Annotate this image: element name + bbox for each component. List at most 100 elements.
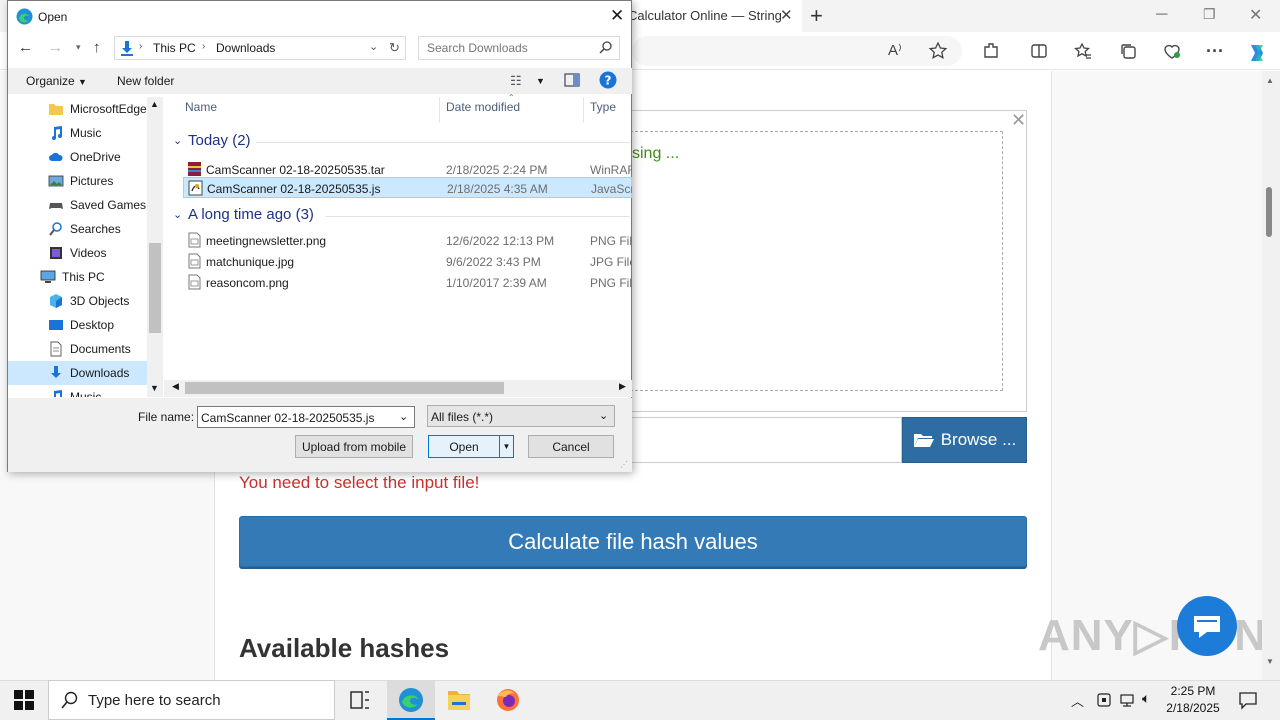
nav-scroll-up-icon[interactable]: ▲ bbox=[150, 99, 159, 109]
browser-tab[interactable]: Calculator Online — String ✕ bbox=[622, 0, 802, 32]
nav-item-videos[interactable]: Videos bbox=[8, 241, 147, 265]
breadcrumb-downloads[interactable]: Downloads bbox=[216, 41, 275, 55]
nav-item-downloads[interactable]: Downloads bbox=[8, 361, 147, 385]
view-chevron-icon[interactable]: ▼ bbox=[536, 76, 545, 86]
organize-menu[interactable]: Organize ▼ bbox=[26, 74, 87, 88]
favorite-star-icon[interactable] bbox=[928, 41, 950, 63]
navigation-pane-scroll-thumb[interactable] bbox=[149, 243, 161, 333]
hscroll-right-icon[interactable]: ▶ bbox=[619, 381, 626, 392]
window-close-icon[interactable]: ✕ bbox=[1249, 5, 1262, 25]
notifications-icon[interactable] bbox=[1238, 690, 1258, 710]
drop-zone-close-icon[interactable]: ✕ bbox=[1011, 110, 1026, 131]
preview-pane-icon[interactable] bbox=[564, 73, 580, 87]
music-icon bbox=[48, 389, 64, 397]
up-arrow-icon[interactable]: ↑ bbox=[93, 39, 101, 56]
chat-button[interactable] bbox=[1177, 596, 1237, 656]
cancel-button[interactable]: Cancel bbox=[528, 435, 614, 458]
nav-item-microsoftedge[interactable]: MicrosoftEdge bbox=[8, 97, 147, 121]
3d-objects-icon bbox=[48, 293, 64, 309]
column-divider[interactable] bbox=[583, 97, 584, 123]
show-hidden-icons-chevron-icon[interactable]: ︿ bbox=[1071, 691, 1084, 710]
minimize-icon[interactable]: ─ bbox=[1156, 6, 1167, 24]
calculate-hash-button[interactable]: Calculate file hash values bbox=[239, 516, 1027, 567]
nav-item-documents[interactable]: Documents bbox=[8, 337, 147, 361]
folder-icon bbox=[48, 101, 64, 117]
file-name-combobox[interactable]: CamScanner 02-18-20250535.js ⌄ bbox=[197, 406, 415, 428]
task-view-icon[interactable] bbox=[336, 680, 384, 720]
taskbar-file-explorer-icon[interactable] bbox=[435, 680, 483, 720]
file-pane-hscroll-thumb[interactable] bbox=[185, 382, 504, 394]
browser-essentials-icon[interactable] bbox=[1162, 41, 1184, 63]
taskbar-firefox-icon[interactable] bbox=[484, 680, 532, 720]
onedrive-icon bbox=[48, 149, 64, 165]
documents-icon bbox=[48, 341, 64, 357]
tab-close-icon[interactable]: ✕ bbox=[780, 6, 793, 24]
nav-item-label: Searches bbox=[70, 222, 121, 236]
page-scroll-thumb[interactable] bbox=[1266, 187, 1272, 237]
help-icon[interactable]: ? bbox=[599, 71, 617, 89]
hscroll-left-icon[interactable]: ◀ bbox=[172, 381, 179, 392]
nav-item-music[interactable]: Music bbox=[8, 385, 147, 397]
available-hashes-heading: Available hashes bbox=[239, 633, 450, 663]
file-name-chevron-icon[interactable]: ⌄ bbox=[399, 410, 408, 423]
nav-item-searches[interactable]: Searches bbox=[8, 217, 147, 241]
processing-text: sing ... bbox=[632, 145, 680, 162]
volume-icon[interactable]: 🔈︎ bbox=[1142, 690, 1150, 707]
breadcrumb-separator-icon: › bbox=[202, 41, 206, 52]
nav-item-label: 3D Objects bbox=[70, 294, 130, 308]
new-folder-button[interactable]: New folder bbox=[117, 74, 174, 88]
nav-item-desktop[interactable]: Desktop bbox=[8, 313, 147, 337]
nav-scroll-down-icon[interactable]: ▼ bbox=[150, 383, 159, 393]
open-button[interactable]: Open bbox=[428, 435, 500, 458]
address-path-box[interactable]: › This PC › Downloads ⌄ ↻ bbox=[114, 36, 406, 60]
resize-grip-icon[interactable]: ⋰ bbox=[620, 460, 628, 469]
windows-start-icon[interactable] bbox=[14, 690, 34, 710]
navigation-list: MicrosoftEdge Music OneDrive Pictures Saved … bbox=[8, 97, 147, 397]
path-dropdown-chevron-icon[interactable]: ⌄ bbox=[369, 40, 378, 53]
taskbar-edge-icon[interactable] bbox=[387, 680, 435, 720]
file-name-value[interactable]: CamScanner 02-18-20250535.js bbox=[201, 411, 374, 425]
view-options-icon[interactable]: ☷ bbox=[510, 73, 522, 89]
address-bar[interactable] bbox=[632, 36, 962, 66]
page-scrollbar[interactable] bbox=[1262, 71, 1280, 680]
open-split-chevron-icon[interactable]: ▼ bbox=[499, 435, 514, 458]
nav-item-onedrive[interactable]: OneDrive bbox=[8, 145, 147, 169]
read-aloud-icon[interactable]: A⁾ bbox=[888, 41, 910, 63]
refresh-icon[interactable]: ↻ bbox=[389, 40, 400, 56]
forward-arrow-icon[interactable]: → bbox=[48, 39, 63, 56]
security-tray-icon[interactable] bbox=[1096, 692, 1112, 708]
network-icon[interactable] bbox=[1119, 692, 1135, 708]
nav-item-3d-objects[interactable]: 3D Objects bbox=[8, 289, 147, 313]
more-options-icon[interactable]: ··· bbox=[1206, 41, 1228, 63]
dialog-close-icon[interactable]: ✕ bbox=[610, 6, 624, 26]
split-screen-icon[interactable] bbox=[1029, 41, 1051, 63]
column-divider[interactable] bbox=[439, 97, 440, 123]
copilot-icon[interactable] bbox=[1245, 41, 1267, 63]
breadcrumb-this-pc[interactable]: This PC bbox=[153, 41, 196, 55]
column-header-date[interactable]: Date modified bbox=[446, 100, 520, 114]
collections-icon[interactable] bbox=[1118, 41, 1140, 63]
scroll-down-icon[interactable]: ▼ bbox=[1266, 657, 1274, 666]
scroll-up-icon[interactable]: ▲ bbox=[1266, 76, 1274, 85]
extensions-icon[interactable] bbox=[981, 41, 1003, 63]
dialog-titlebar: Open ✕ bbox=[8, 1, 631, 32]
column-header-name[interactable]: Name bbox=[185, 100, 217, 114]
nav-item-label: Music bbox=[70, 390, 102, 397]
new-tab-button[interactable]: + bbox=[810, 3, 823, 29]
dialog-search-input[interactable]: Search Downloads bbox=[418, 36, 620, 60]
favorites-icon[interactable] bbox=[1073, 41, 1095, 63]
back-arrow-icon[interactable]: ← bbox=[18, 39, 33, 56]
nav-item-pictures[interactable]: Pictures bbox=[8, 169, 147, 193]
nav-item-label: Desktop bbox=[70, 318, 115, 332]
restore-icon[interactable]: ❐ bbox=[1203, 6, 1216, 23]
upload-from-mobile-button[interactable]: Upload from mobile bbox=[295, 435, 413, 458]
browse-button[interactable]: Browse ... bbox=[902, 417, 1027, 463]
column-header-type[interactable]: Type bbox=[590, 100, 616, 114]
nav-item-saved-games[interactable]: Saved Games bbox=[8, 193, 147, 217]
file-type-filter[interactable]: All files (*.*) ⌄ bbox=[427, 405, 615, 427]
taskbar-clock[interactable]: 2:25 PM 2/18/2025 bbox=[1160, 683, 1226, 717]
nav-item-music[interactable]: Music bbox=[8, 121, 147, 145]
recent-locations-chevron-icon[interactable]: ▾ bbox=[76, 42, 81, 53]
nav-item-this-pc[interactable]: This PC bbox=[8, 265, 147, 289]
taskbar-search-box[interactable]: Type here to search bbox=[48, 680, 335, 720]
